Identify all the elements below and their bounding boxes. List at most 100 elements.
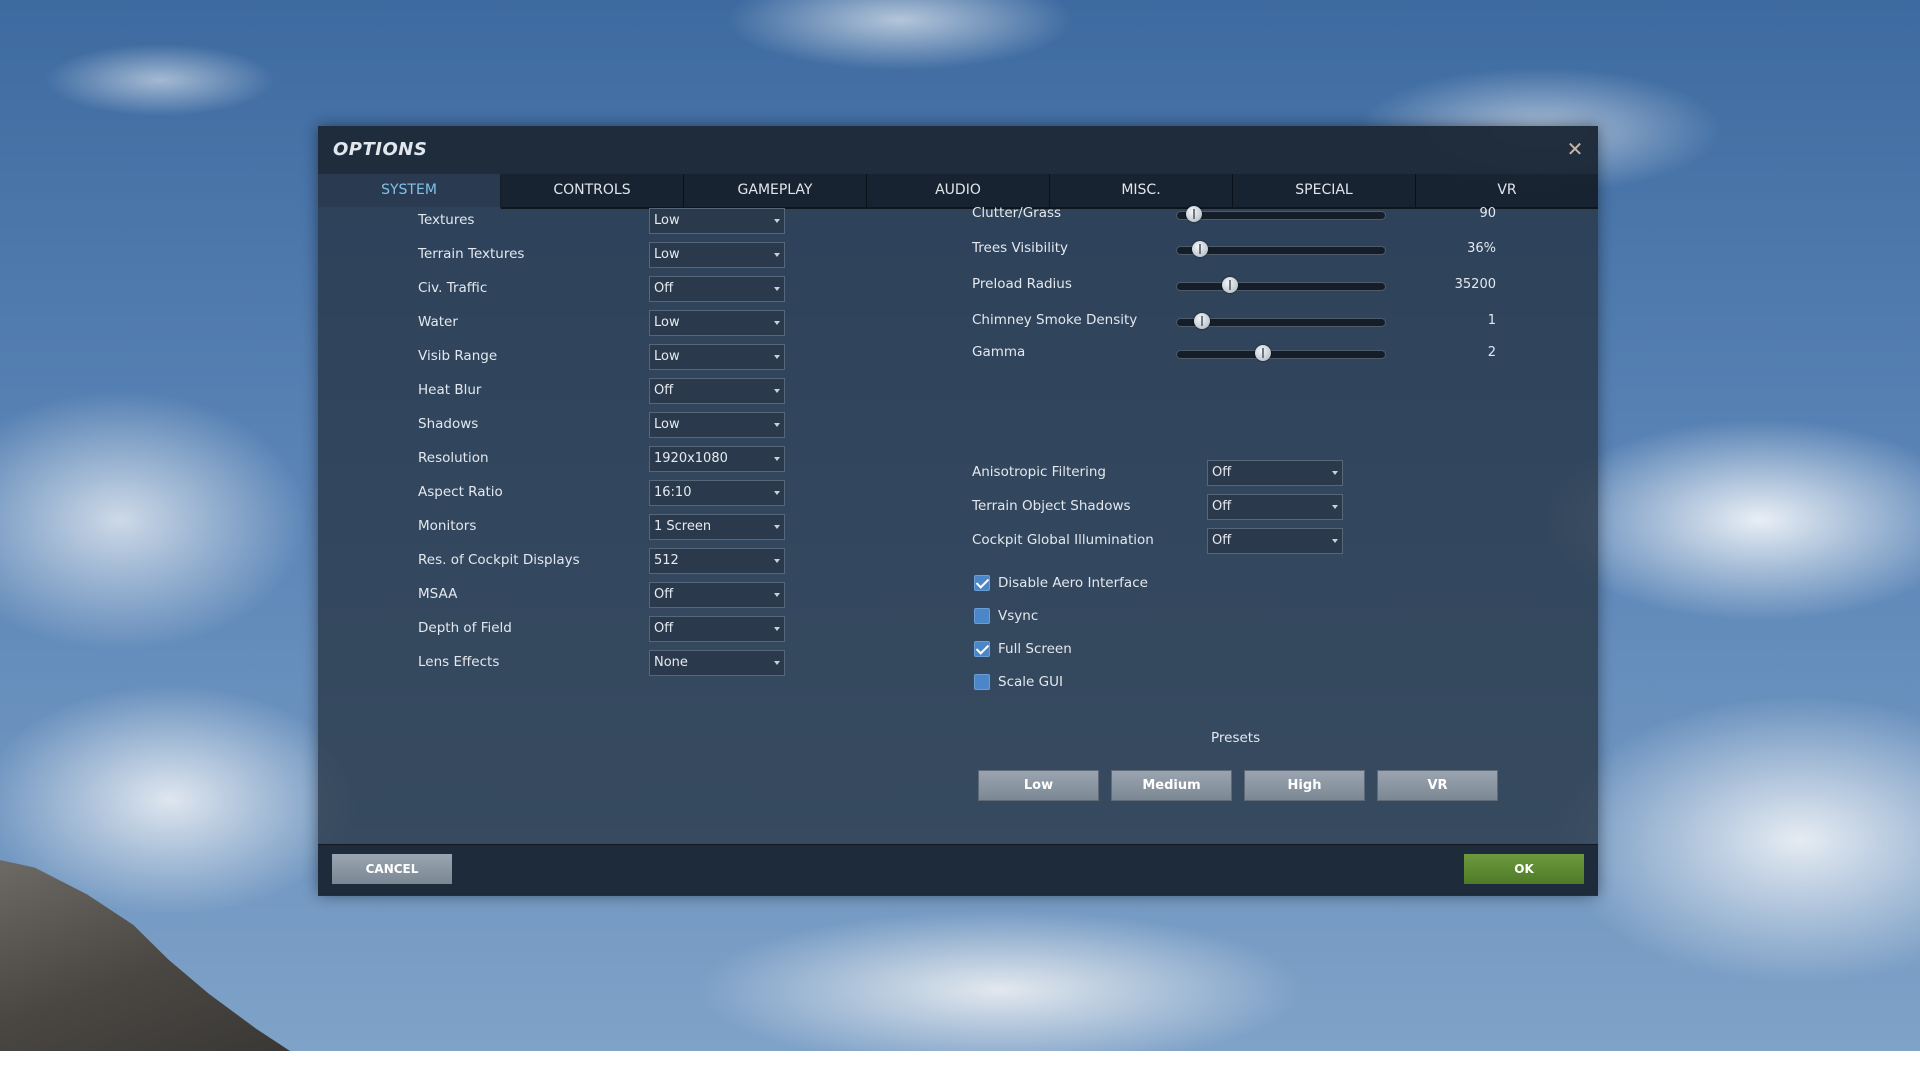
tab-audio[interactable]: AUDIO	[867, 174, 1050, 209]
setting-select-textures[interactable]: Low	[649, 208, 785, 234]
preset-medium-button[interactable]: Medium	[1111, 770, 1232, 801]
setting-label-depth-of-field: Depth of Field	[418, 620, 512, 636]
setting-label-terrain-textures: Terrain Textures	[418, 246, 525, 262]
select-value: Off	[1212, 465, 1232, 480]
chevron-down-icon	[774, 627, 780, 631]
chevron-down-icon	[1332, 505, 1338, 509]
slider-value-preload-radius: 35200	[1454, 277, 1496, 292]
setting-select-water[interactable]: Low	[649, 310, 785, 336]
slider-trees-visibility[interactable]	[1176, 241, 1386, 257]
dialog-footer: CANCEL OK	[318, 844, 1598, 896]
slider-thumb[interactable]	[1255, 345, 1271, 361]
preset-vr-button[interactable]: VR	[1377, 770, 1498, 801]
chevron-down-icon	[774, 559, 780, 563]
slider-label-preload-radius: Preload Radius	[972, 276, 1072, 292]
setting-select-resolution[interactable]: 1920x1080	[649, 446, 785, 472]
select-value: Off	[654, 587, 674, 602]
setting-label-textures: Textures	[418, 212, 475, 228]
setting-select-aspect-ratio[interactable]: 16:10	[649, 480, 785, 506]
chevron-down-icon	[774, 355, 780, 359]
chevron-down-icon	[774, 491, 780, 495]
setting-select-visib-range[interactable]: Low	[649, 344, 785, 370]
tab-misc[interactable]: MISC.	[1050, 174, 1233, 209]
tab-system[interactable]: SYSTEM	[318, 174, 501, 209]
setting-label-water: Water	[418, 314, 458, 330]
setting-select-monitors[interactable]: 1 Screen	[649, 514, 785, 540]
setting-select-cockpit-global-illumination[interactable]: Off	[1207, 528, 1343, 554]
tab-vr[interactable]: VR	[1416, 174, 1598, 209]
slider-preload-radius[interactable]	[1176, 277, 1386, 293]
slider-thumb[interactable]	[1186, 206, 1202, 222]
checkbox-label-disable-aero-interface: Disable Aero Interface	[998, 575, 1148, 591]
checkbox-label-full-screen: Full Screen	[998, 641, 1072, 657]
select-value: Off	[1212, 499, 1232, 514]
options-dialog: OPTIONS ✕ SYSTEM CONTROLS GAMEPLAY AUDIO…	[318, 126, 1598, 896]
slider-chimney-smoke-density[interactable]	[1176, 313, 1386, 329]
setting-label-monitors: Monitors	[418, 518, 477, 534]
tab-special[interactable]: SPECIAL	[1233, 174, 1416, 209]
checkbox-full-screen[interactable]	[974, 641, 990, 657]
setting-select-civ-traffic[interactable]: Off	[649, 276, 785, 302]
checkbox-vsync[interactable]	[974, 608, 990, 624]
setting-label-msaa: MSAA	[418, 586, 458, 602]
chevron-down-icon	[774, 457, 780, 461]
slider-thumb[interactable]	[1222, 277, 1238, 293]
setting-select-terrain-object-shadows[interactable]: Off	[1207, 494, 1343, 520]
preset-low-button[interactable]: Low	[978, 770, 1099, 801]
setting-label-aspect-ratio: Aspect Ratio	[418, 484, 503, 500]
ok-button[interactable]: OK	[1464, 854, 1584, 884]
checkbox-scale-gui[interactable]	[974, 674, 990, 690]
chevron-down-icon	[774, 525, 780, 529]
select-value: Low	[654, 213, 680, 228]
setting-label-resolution: Resolution	[418, 450, 489, 466]
select-value: 512	[654, 553, 679, 568]
select-value: None	[654, 655, 688, 670]
setting-select-lens-effects[interactable]: None	[649, 650, 785, 676]
slider-value-trees-visibility: 36%	[1467, 241, 1496, 256]
setting-label-res-of-cockpit-displays: Res. of Cockpit Displays	[418, 552, 580, 568]
chevron-down-icon	[774, 661, 780, 665]
checkbox-label-scale-gui: Scale GUI	[998, 674, 1063, 690]
setting-label-civ-traffic: Civ. Traffic	[418, 280, 488, 296]
chevron-down-icon	[774, 287, 780, 291]
slider-clutter-grass[interactable]	[1176, 206, 1386, 222]
select-value: Low	[654, 349, 680, 364]
presets-label: Presets	[1211, 730, 1261, 746]
slider-value-chimney-smoke-density: 1	[1487, 313, 1496, 328]
chevron-down-icon	[774, 219, 780, 223]
setting-select-terrain-textures[interactable]: Low	[649, 242, 785, 268]
select-value: 16:10	[654, 485, 692, 500]
slider-label-gamma: Gamma	[972, 344, 1026, 360]
slider-thumb[interactable]	[1194, 313, 1210, 329]
setting-select-shadows[interactable]: Low	[649, 412, 785, 438]
slider-label-trees-visibility: Trees Visibility	[972, 240, 1069, 256]
setting-label-anisotropic-filtering: Anisotropic Filtering	[972, 464, 1106, 480]
cancel-button[interactable]: CANCEL	[332, 854, 452, 884]
setting-label-lens-effects: Lens Effects	[418, 654, 500, 670]
setting-label-heat-blur: Heat Blur	[418, 382, 482, 398]
tab-controls[interactable]: CONTROLS	[501, 174, 684, 209]
setting-select-msaa[interactable]: Off	[649, 582, 785, 608]
tab-gameplay[interactable]: GAMEPLAY	[684, 174, 867, 209]
slider-label-clutter-grass: Clutter/Grass	[972, 205, 1062, 221]
chevron-down-icon	[774, 253, 780, 257]
preset-high-button[interactable]: High	[1244, 770, 1365, 801]
select-value: Off	[654, 621, 674, 636]
chevron-down-icon	[774, 321, 780, 325]
slider-thumb[interactable]	[1192, 241, 1208, 257]
select-value: Off	[654, 383, 674, 398]
tab-bar: SYSTEM CONTROLS GAMEPLAY AUDIO MISC. SPE…	[318, 174, 1598, 209]
slider-value-clutter-grass: 90	[1479, 206, 1496, 221]
slider-value-gamma: 2	[1487, 345, 1496, 360]
checkbox-disable-aero-interface[interactable]	[974, 575, 990, 591]
close-icon[interactable]: ✕	[1564, 138, 1586, 160]
slider-label-chimney-smoke-density: Chimney Smoke Density	[972, 312, 1138, 328]
setting-select-heat-blur[interactable]: Off	[649, 378, 785, 404]
select-value: Off	[1212, 533, 1232, 548]
slider-gamma[interactable]	[1176, 345, 1386, 361]
setting-select-anisotropic-filtering[interactable]: Off	[1207, 460, 1343, 486]
select-value: Low	[654, 315, 680, 330]
setting-label-terrain-object-shadows: Terrain Object Shadows	[972, 498, 1131, 514]
setting-select-depth-of-field[interactable]: Off	[649, 616, 785, 642]
setting-select-res-of-cockpit-displays[interactable]: 512	[649, 548, 785, 574]
